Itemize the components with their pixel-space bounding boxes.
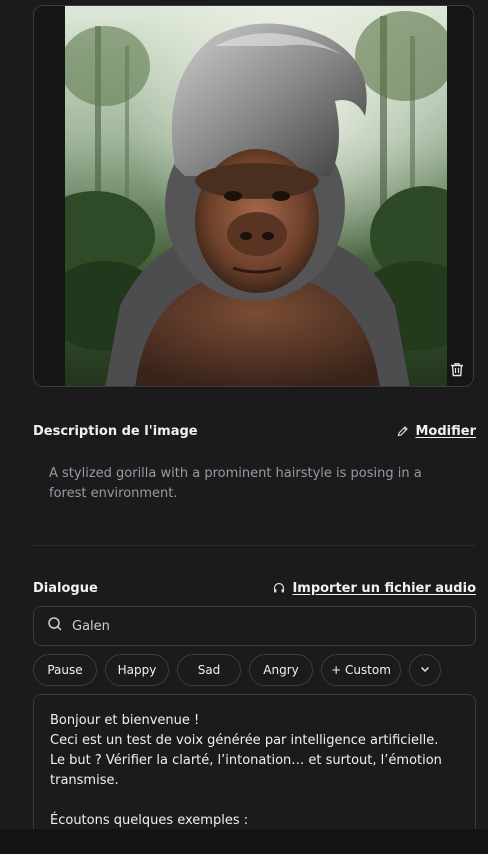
page: Description de l'image Modifier A styliz… [0,0,488,854]
import-audio-label: Importer un fichier audio [292,580,476,596]
generated-image [65,6,447,386]
dialogue-title: Dialogue [33,580,98,596]
headphones-icon [273,579,285,598]
chip-pause[interactable]: Pause [33,654,97,686]
description-title: Description de l'image [33,423,198,439]
edit-description-label: Modifier [415,423,477,439]
dialogue-line: transmise. [50,773,119,788]
chip-angry[interactable]: Angry [249,654,313,686]
edit-description-button[interactable]: Modifier [397,422,477,441]
dialogue-line: Bonjour et bienvenue ! [50,713,200,728]
trash-icon [450,362,464,381]
chip-custom[interactable]: + Custom [321,654,401,686]
import-audio-button[interactable]: Importer un fichier audio [273,579,476,598]
voice-search[interactable] [33,606,476,646]
dialogue-line: Ceci est un test de voix générée par int… [50,733,439,748]
description-text: A stylized gorilla with a prominent hair… [49,466,422,501]
chip-happy[interactable]: Happy [105,654,169,686]
pencil-icon [397,422,409,441]
delete-image-button[interactable] [447,361,467,381]
description-header: Description de l'image Modifier [33,421,476,441]
image-card [33,5,474,387]
dialogue-line: Écoutons quelques exemples : [50,813,249,828]
section-divider [33,545,476,546]
bottom-bar [0,829,488,854]
dialogue-line [50,791,459,811]
search-icon [47,616,63,636]
dialogue-header: Dialogue Importer un fichier audio [33,578,476,598]
dialogue-line: Le but ? Vérifier la clarté, l’intonatio… [50,753,442,768]
chip-sad[interactable]: Sad [177,654,241,686]
more-chips-button[interactable] [409,654,441,686]
search-input[interactable] [72,618,452,634]
chevron-down-icon [419,663,431,678]
